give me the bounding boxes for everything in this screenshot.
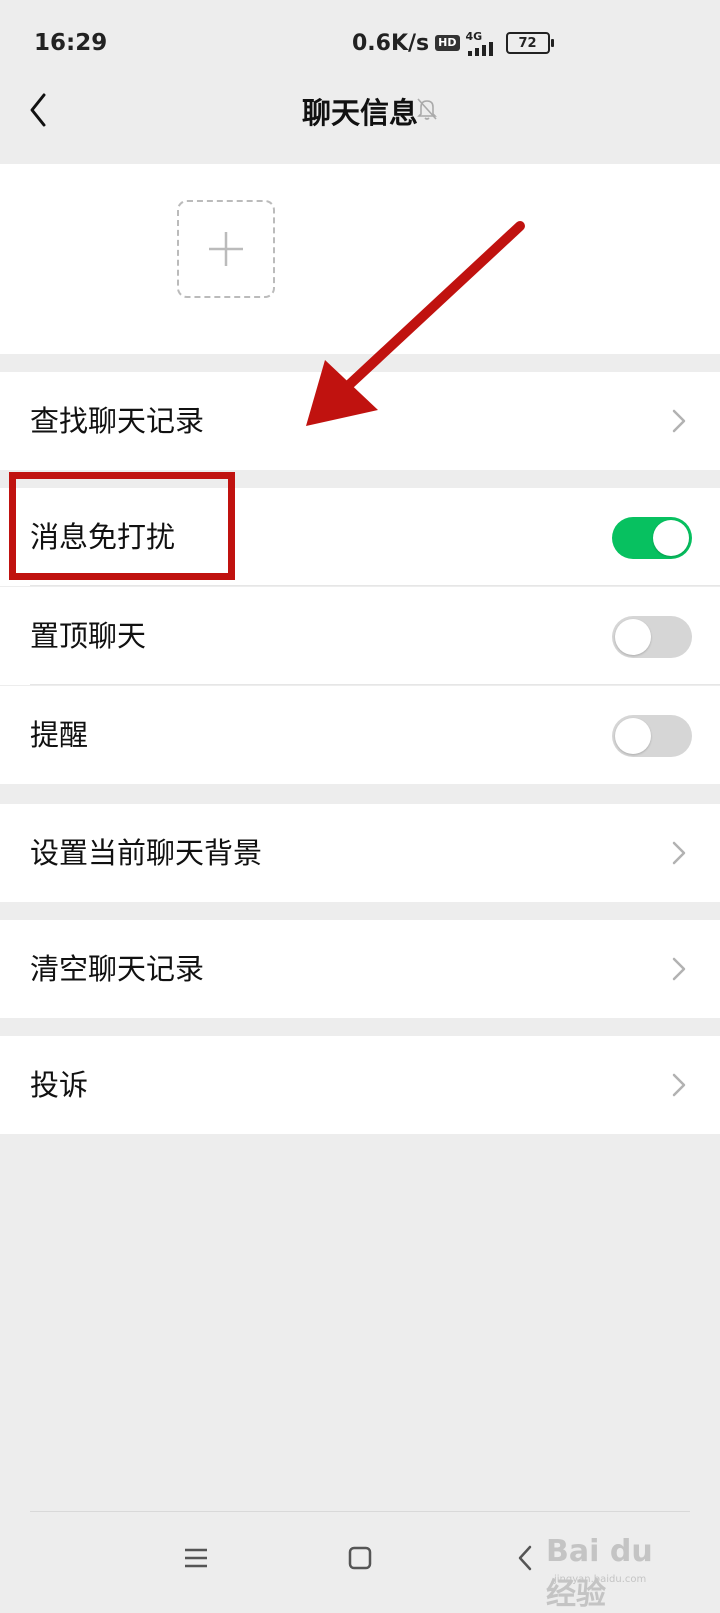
clear-history-row[interactable]: 清空聊天记录 bbox=[0, 920, 720, 1018]
pin-chat-toggle[interactable] bbox=[612, 616, 692, 658]
toggle-knob bbox=[615, 619, 651, 655]
annotation-highlight-box bbox=[9, 472, 235, 580]
add-member-button[interactable] bbox=[177, 200, 275, 298]
network-type: 4G bbox=[465, 29, 483, 43]
report-label: 投诉 bbox=[30, 1068, 89, 1102]
watermark-sub: jingyan.baidu.com bbox=[554, 1574, 647, 1585]
toggle-knob bbox=[653, 520, 689, 556]
set-background-row[interactable]: 设置当前聊天背景 bbox=[0, 804, 720, 902]
remind-label: 提醒 bbox=[30, 718, 89, 752]
hd-badge: HD bbox=[435, 35, 460, 51]
chevron-right-icon bbox=[672, 409, 686, 433]
watermark: Bai du 经验 jingyan.baidu.com bbox=[546, 1530, 686, 1612]
mute-notifications-toggle[interactable] bbox=[612, 517, 692, 559]
search-chat-history-label: 查找聊天记录 bbox=[30, 404, 205, 438]
chevron-right-icon bbox=[672, 841, 686, 865]
status-bar: 16:29 0.6K/s HD 4G 72 bbox=[0, 0, 720, 86]
pin-chat-row: 置顶聊天 bbox=[0, 587, 720, 685]
square-icon[interactable] bbox=[340, 1538, 380, 1578]
remind-row: 提醒 bbox=[0, 686, 720, 784]
set-background-label: 设置当前聊天背景 bbox=[30, 836, 263, 870]
report-row[interactable]: 投诉 bbox=[0, 1036, 720, 1134]
nav-divider bbox=[30, 1511, 690, 1512]
pin-chat-label: 置顶聊天 bbox=[30, 619, 147, 653]
menu-icon[interactable] bbox=[176, 1538, 216, 1578]
search-chat-history-row[interactable]: 查找聊天记录 bbox=[0, 372, 720, 470]
battery-icon: 72 bbox=[505, 32, 554, 54]
bell-off-icon bbox=[417, 98, 437, 120]
page-title: 聊天信息 bbox=[301, 96, 418, 130]
toggle-knob bbox=[615, 718, 651, 754]
members-section bbox=[0, 164, 720, 354]
chevron-right-icon bbox=[672, 957, 686, 981]
plus-icon bbox=[209, 232, 243, 266]
status-time: 16:29 bbox=[34, 30, 108, 56]
divider bbox=[30, 585, 720, 586]
clear-history-label: 清空聊天记录 bbox=[30, 952, 205, 986]
network-speed: 0.6K/s bbox=[352, 30, 430, 56]
chevron-right-icon bbox=[672, 1073, 686, 1097]
title-bar: 聊天信息 bbox=[0, 86, 720, 162]
signal-icon: 4G bbox=[466, 31, 500, 56]
battery-level: 72 bbox=[518, 35, 537, 51]
status-indicators: 0.6K/s HD 4G 72 bbox=[352, 28, 554, 58]
divider bbox=[30, 684, 720, 685]
triangle-back-icon[interactable] bbox=[506, 1538, 546, 1578]
remind-toggle[interactable] bbox=[612, 715, 692, 757]
